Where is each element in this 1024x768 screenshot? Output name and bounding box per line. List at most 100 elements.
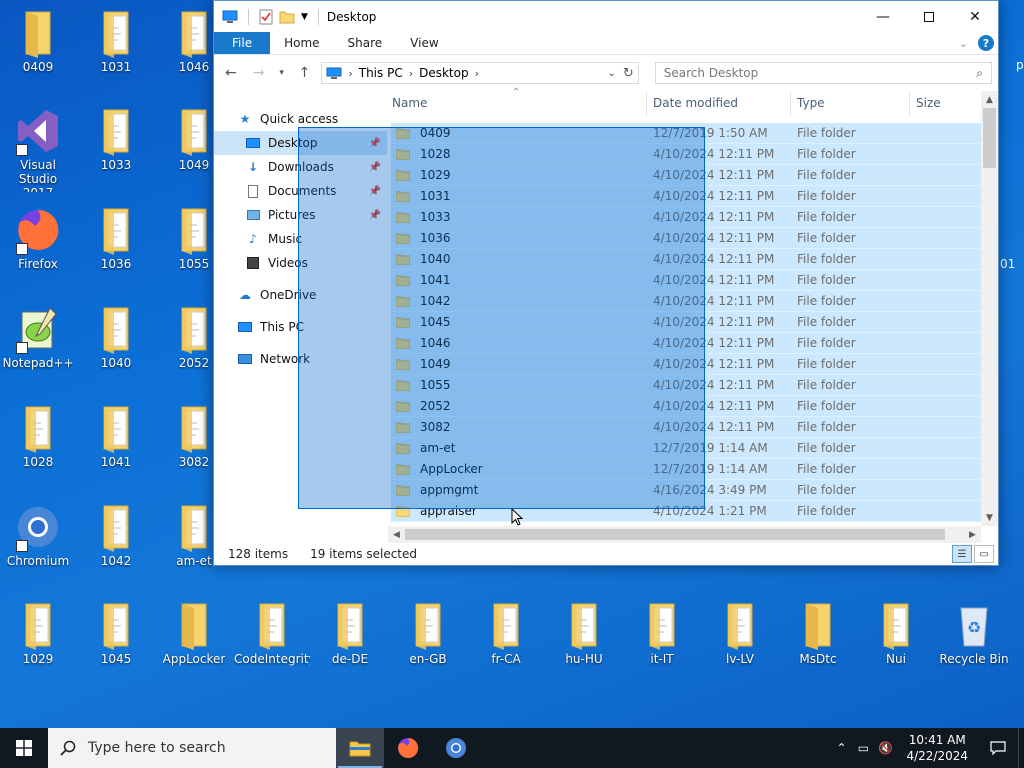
desktop-icon-notepad[interactable]: Notepad++	[0, 304, 76, 390]
desktop-icon-hu-hu[interactable]: hu-HU	[546, 600, 622, 686]
scroll-right-icon[interactable]: ▶	[964, 526, 981, 543]
pin-icon[interactable]: 📌	[369, 162, 381, 173]
nav-downloads[interactable]: ↓ Downloads 📌	[214, 155, 387, 179]
desktop-icon-1028[interactable]: 1028	[0, 403, 76, 489]
file-row[interactable]: 1033 4/10/2024 12:11 PM File folder	[391, 207, 981, 228]
desktop-icon-1029[interactable]: 1029	[0, 600, 76, 686]
file-row[interactable]: 1055 4/10/2024 12:11 PM File folder	[391, 375, 981, 396]
breadcrumb-chevron-icon[interactable]: ›	[348, 67, 352, 80]
new-folder-icon[interactable]	[279, 10, 295, 24]
nav-documents[interactable]: Documents 📌	[214, 179, 387, 203]
desktop-icon-applocker[interactable]: AppLocker	[156, 600, 232, 686]
expand-ribbon-chevron-icon[interactable]: ⌄	[959, 37, 968, 50]
taskbar-search-box[interactable]: Type here to search	[48, 728, 336, 768]
desktop-icon-1040[interactable]: 1040	[78, 304, 154, 390]
tab-home[interactable]: Home	[270, 32, 333, 54]
desktop-icon-1033[interactable]: 1033	[78, 106, 154, 192]
taskbar-firefox[interactable]	[384, 728, 432, 768]
taskbar-chromium[interactable]	[432, 728, 480, 768]
refresh-icon[interactable]: ↻	[623, 66, 634, 81]
breadcrumb-chevron-icon[interactable]: ›	[475, 67, 479, 80]
file-row[interactable]: 1049 4/10/2024 12:11 PM File folder	[391, 354, 981, 375]
chevron-up-icon[interactable]: ⌃	[830, 741, 852, 755]
desktop-icon-chromium[interactable]: Chromium	[0, 502, 76, 588]
file-row[interactable]: appraiser 4/10/2024 1:21 PM File folder	[391, 501, 981, 522]
start-button[interactable]	[0, 728, 48, 768]
file-row[interactable]: 1041 4/10/2024 12:11 PM File folder	[391, 270, 981, 291]
desktop-icon-1031[interactable]: 1031	[78, 8, 154, 94]
file-row[interactable]: 1028 4/10/2024 12:11 PM File folder	[391, 144, 981, 165]
file-row[interactable]: 1046 4/10/2024 12:11 PM File folder	[391, 333, 981, 354]
minimize-button[interactable]: —	[860, 1, 906, 32]
vertical-scrollbar[interactable]: ▲ ▼	[981, 91, 998, 526]
column-size[interactable]: Size	[916, 96, 941, 110]
details-view-button[interactable]: ☰	[952, 545, 972, 563]
breadcrumb-chevron-icon[interactable]: ›	[409, 67, 413, 80]
file-row[interactable]: am-et 12/7/2019 1:14 AM File folder	[391, 438, 981, 459]
network-icon[interactable]: ▭	[852, 741, 874, 755]
desktop-icon-visual-studio-2017[interactable]: Visual Studio 2017	[0, 106, 76, 192]
column-date-modified[interactable]: Date modified	[653, 96, 738, 110]
horizontal-scrollbar[interactable]: ◀ ▶	[388, 526, 981, 543]
desktop-icon-1041[interactable]: 1041	[78, 403, 154, 489]
nav-this-pc[interactable]: This PC	[214, 315, 387, 339]
file-row[interactable]: 3082 4/10/2024 12:11 PM File folder	[391, 417, 981, 438]
title-bar[interactable]: ▼ Desktop — ✕	[214, 1, 998, 32]
scroll-thumb[interactable]	[983, 108, 996, 168]
file-row[interactable]: AppLocker 12/7/2019 1:14 AM File folder	[391, 459, 981, 480]
nav-music[interactable]: ♪ Music	[214, 227, 387, 251]
nav-desktop[interactable]: Desktop 📌	[214, 131, 387, 155]
help-icon[interactable]: ?	[978, 35, 994, 51]
file-row[interactable]: 1045 4/10/2024 12:11 PM File folder	[391, 312, 981, 333]
nav-onedrive[interactable]: ☁ OneDrive	[214, 283, 387, 307]
desktop-icon-codeintegrity[interactable]: CodeIntegrity	[234, 600, 310, 686]
forward-button[interactable]: →	[248, 62, 270, 84]
address-bar[interactable]: › This PC › Desktop › ⌄ ↻	[321, 62, 639, 84]
scroll-down-icon[interactable]: ▼	[981, 509, 998, 526]
pin-icon[interactable]: 📌	[369, 210, 381, 221]
tab-file[interactable]: File	[214, 32, 271, 54]
desktop-icon-firefox[interactable]: Firefox	[0, 205, 76, 291]
desktop-icon-lv-lv[interactable]: lv-LV	[702, 600, 778, 686]
desktop-icon-de-de[interactable]: de-DE	[312, 600, 388, 686]
show-desktop-button[interactable]	[1018, 728, 1024, 768]
nav-quick-access[interactable]: ★ Quick access	[214, 107, 387, 131]
pin-icon[interactable]: 📌	[369, 138, 381, 149]
recent-locations-button[interactable]: ▾	[276, 62, 288, 84]
scroll-left-icon[interactable]: ◀	[388, 526, 405, 543]
up-button[interactable]: ↑	[294, 62, 316, 84]
desktop-icon-en-gb[interactable]: en-GB	[390, 600, 466, 686]
desktop-icon-it-it[interactable]: it-IT	[624, 600, 700, 686]
pin-icon[interactable]: 📌	[369, 186, 381, 197]
breadcrumb-desktop[interactable]: Desktop	[419, 66, 469, 80]
tab-view[interactable]: View	[396, 32, 452, 54]
nav-network[interactable]: Network	[214, 347, 387, 371]
customize-toolbar-chevron-icon[interactable]: ▼	[301, 12, 308, 22]
file-row[interactable]: appmgmt 4/16/2024 3:49 PM File folder	[391, 480, 981, 501]
volume-muted-icon[interactable]: 🔇	[874, 741, 896, 755]
file-row[interactable]: 0409 12/7/2019 1:50 AM File folder	[391, 123, 981, 144]
nav-pictures[interactable]: Pictures 📌	[214, 203, 387, 227]
large-icons-view-button[interactable]: ▭	[974, 545, 994, 563]
scroll-thumb[interactable]	[405, 529, 945, 540]
desktop-icon-nui[interactable]: Nui	[858, 600, 934, 686]
tab-share[interactable]: Share	[334, 32, 397, 54]
desktop-icon-msdtc[interactable]: MsDtc	[780, 600, 856, 686]
search-input[interactable]: Search Desktop ⌕	[654, 62, 992, 84]
close-button[interactable]: ✕	[952, 1, 998, 32]
action-center-button[interactable]	[978, 741, 1018, 755]
desktop-icon-0409[interactable]: 0409	[0, 8, 76, 94]
file-row[interactable]: 1042 4/10/2024 12:11 PM File folder	[391, 291, 981, 312]
desktop-icon-1036[interactable]: 1036	[78, 205, 154, 291]
clock[interactable]: 10:41 AM 4/22/2024	[896, 732, 978, 764]
taskbar-file-explorer[interactable]	[336, 728, 384, 768]
desktop-icon-1045[interactable]: 1045	[78, 600, 154, 686]
maximize-button[interactable]	[906, 1, 952, 32]
file-row[interactable]: 1029 4/10/2024 12:11 PM File folder	[391, 165, 981, 186]
column-type[interactable]: Type	[797, 96, 825, 110]
file-row[interactable]: 1040 4/10/2024 12:11 PM File folder	[391, 249, 981, 270]
desktop-icon-recycle-bin[interactable]: ♻ Recycle Bin	[936, 600, 1012, 686]
desktop-icon-fr-ca[interactable]: fr-CA	[468, 600, 544, 686]
file-row[interactable]: 1031 4/10/2024 12:11 PM File folder	[391, 186, 981, 207]
column-name[interactable]: Name	[392, 96, 427, 110]
